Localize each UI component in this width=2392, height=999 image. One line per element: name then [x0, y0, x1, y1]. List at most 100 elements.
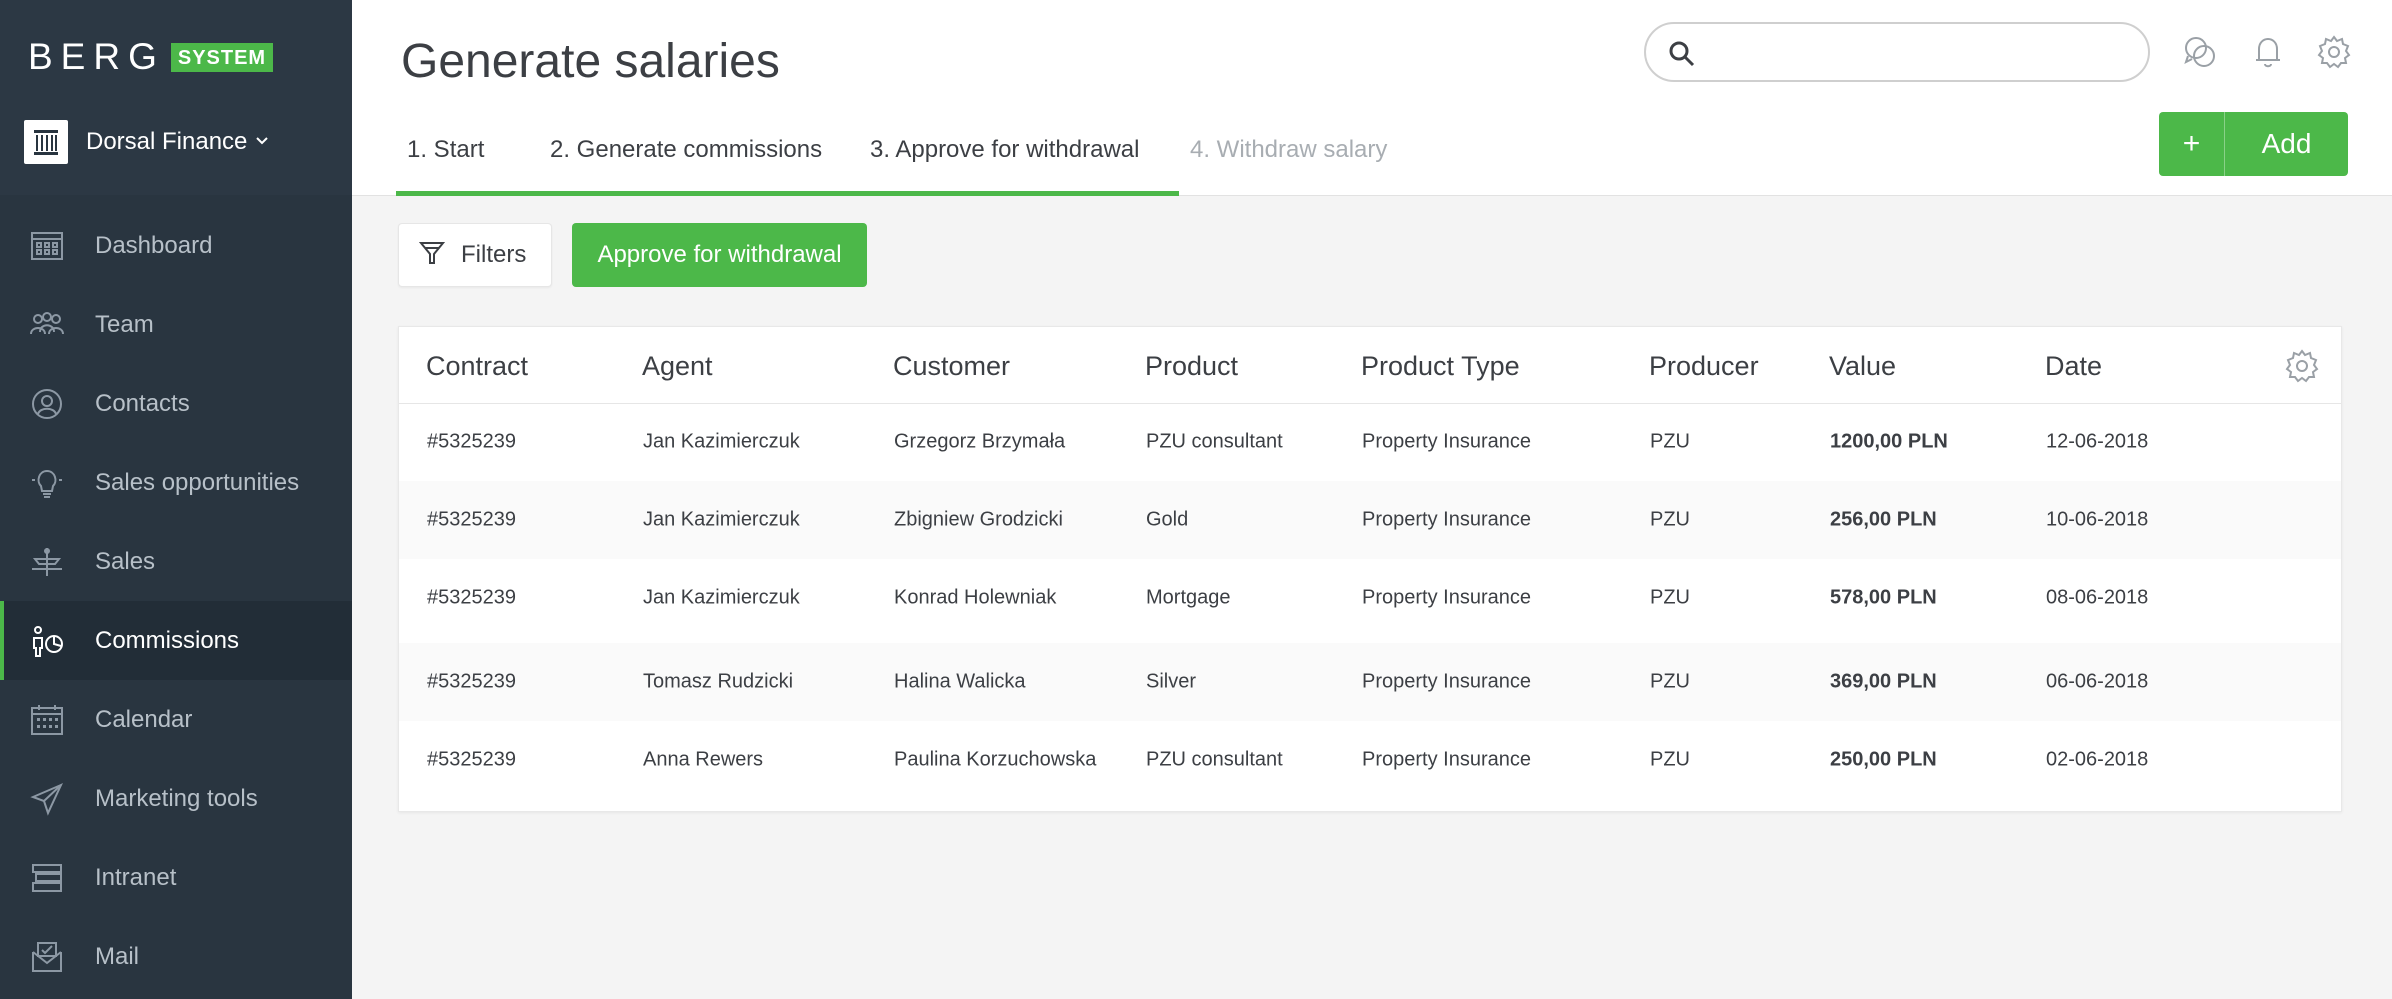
cell-producer: PZU — [1650, 670, 1690, 693]
column-header-contract[interactable]: Contract — [426, 351, 528, 382]
chat-icon[interactable] — [2182, 34, 2218, 70]
sales-icon — [30, 545, 64, 579]
search-box[interactable] — [1644, 22, 2150, 82]
sidebar-item-label: Sales opportunities — [95, 468, 300, 496]
search-input[interactable] — [1710, 34, 2134, 72]
sidebar-item-team[interactable]: Team — [0, 285, 352, 364]
search-icon — [1668, 40, 1696, 73]
sidebar-item-label: Mail — [95, 942, 140, 970]
cell-date: 10-06-2018 — [2046, 508, 2149, 531]
intranet-icon — [30, 861, 64, 895]
add-button-label: Add — [2261, 128, 2312, 159]
sidebar-item-label: Calendar — [95, 705, 193, 733]
mail-icon — [30, 940, 64, 974]
filters-label: Filters — [461, 241, 527, 268]
column-header-value[interactable]: Value — [1829, 351, 1896, 382]
sidebar-item-contacts[interactable]: Contacts — [0, 364, 352, 443]
tab-label: 2. Generate commissions — [550, 136, 823, 163]
table-settings-gear-icon[interactable] — [2285, 349, 2319, 383]
sidebar-item-commissions[interactable]: Commissions — [0, 601, 352, 680]
wizard-tabs: 1. Start 2. Generate commissions 3. Appr… — [396, 120, 1439, 196]
sidebar-item-dashboard[interactable]: Dashboard — [0, 206, 352, 285]
cell-product-type: Property Insurance — [1362, 670, 1531, 693]
logo-badge: SYSTEM — [170, 42, 274, 72]
cell-value: 250,00 PLN — [1830, 748, 1937, 771]
filters-button[interactable]: Filters — [398, 223, 552, 287]
cell-value: 369,00 PLN — [1830, 670, 1937, 693]
sidebar-item-label: Intranet — [95, 863, 177, 891]
cell-product-type: Property Insurance — [1362, 748, 1531, 771]
cell-product-type: Property Insurance — [1362, 586, 1531, 609]
lightbulb-icon — [30, 466, 64, 500]
commissions-table: Contract Agent Customer Product Product … — [398, 326, 2342, 812]
sidebar-item-mail[interactable]: Mail — [0, 917, 352, 996]
company-switcher[interactable]: Dorsal Finance — [24, 120, 269, 164]
gear-icon[interactable] — [2316, 34, 2352, 70]
sidebar-item-sales-opportunities[interactable]: Sales opportunities — [0, 443, 352, 522]
tab-approve-for-withdrawal[interactable]: 3. Approve for withdrawal — [859, 120, 1179, 196]
cell-agent: Anna Rewers — [643, 748, 764, 771]
cell-customer: Halina Walicka — [894, 670, 1026, 693]
table-row[interactable]: #5325239 Tomasz Rudzicki Halina Walicka … — [399, 643, 2341, 721]
wizard-progress-underline — [396, 191, 1179, 196]
column-header-customer[interactable]: Customer — [893, 351, 1010, 382]
cell-date: 06-06-2018 — [2046, 670, 2149, 693]
column-header-producer[interactable]: Producer — [1649, 351, 1759, 382]
cell-product-type: Property Insurance — [1362, 508, 1531, 531]
tab-withdraw-salary: 4. Withdraw salary — [1179, 120, 1439, 196]
tab-generate-commissions[interactable]: 2. Generate commissions — [539, 120, 859, 196]
table-row[interactable]: #5325239 Jan Kazimierczuk Zbigniew Grodz… — [399, 481, 2341, 559]
sidebar-item-intranet[interactable]: Intranet — [0, 838, 352, 917]
sidebar-item-calendar[interactable]: Calendar — [0, 680, 352, 759]
cell-customer: Paulina Korzuchowska — [894, 748, 1097, 771]
cell-customer: Grzegorz Brzymała — [894, 430, 1066, 453]
column-header-agent[interactable]: Agent — [642, 351, 713, 382]
tab-label: 4. Withdraw salary — [1190, 136, 1388, 163]
sidebar-item-label: Contacts — [95, 389, 190, 417]
sidebar-item-marketing-tools[interactable]: Marketing tools — [0, 759, 352, 838]
funnel-icon — [418, 240, 446, 271]
approve-for-withdrawal-button[interactable]: Approve for withdrawal — [572, 223, 867, 287]
tab-label: 1. Start — [407, 136, 485, 163]
cell-contract: #5325239 — [427, 430, 516, 453]
bell-icon[interactable] — [2250, 34, 2286, 70]
paper-plane-icon — [30, 782, 64, 816]
cell-producer: PZU — [1650, 748, 1690, 771]
logo-word: BERG — [28, 36, 165, 77]
table-row[interactable]: #5325239 Jan Kazimierczuk Konrad Holewni… — [399, 559, 2341, 637]
cell-contract: #5325239 — [427, 586, 516, 609]
cell-date: 02-06-2018 — [2046, 748, 2149, 771]
sidebar-item-label: Marketing tools — [95, 784, 258, 812]
brand-block: BERG SYSTEM Dorsal Finance — [0, 0, 352, 195]
cell-product: PZU consultant — [1146, 748, 1283, 771]
calendar-icon — [30, 703, 64, 737]
column-header-product-type[interactable]: Product Type — [1361, 351, 1520, 382]
building-icon — [24, 120, 68, 164]
sidebar: BERG SYSTEM Dorsal Finance Dashboard Tea… — [0, 0, 352, 999]
column-header-date[interactable]: Date — [2045, 351, 2102, 382]
cell-producer: PZU — [1650, 508, 1690, 531]
cell-contract: #5325239 — [427, 748, 516, 771]
column-header-product[interactable]: Product — [1145, 351, 1238, 382]
add-button[interactable]: + Add — [2159, 112, 2348, 176]
plus-icon: + — [2159, 112, 2225, 176]
table-row[interactable]: #5325239 Jan Kazimierczuk Grzegorz Brzym… — [399, 403, 2341, 481]
tab-start[interactable]: 1. Start — [396, 120, 539, 196]
sidebar-item-label: Commissions — [95, 626, 240, 654]
cell-date: 12-06-2018 — [2046, 430, 2149, 453]
cell-product-type: Property Insurance — [1362, 430, 1531, 453]
cell-contract: #5325239 — [427, 670, 516, 693]
page-title: Generate salaries — [401, 35, 780, 88]
cell-customer: Zbigniew Grodzicki — [894, 508, 1063, 531]
company-name: Dorsal Finance — [86, 128, 248, 155]
sidebar-item-label: Team — [95, 310, 154, 338]
page-header: Generate salaries 1. Start 2. Generate c… — [352, 0, 2392, 196]
sidebar-item-label: Dashboard — [95, 231, 213, 259]
cell-product: Gold — [1146, 508, 1189, 531]
table-row[interactable]: #5325239 Anna Rewers Paulina Korzuchowsk… — [399, 721, 2341, 799]
sidebar-item-label: Sales — [95, 547, 156, 575]
sidebar-item-sales[interactable]: Sales — [0, 522, 352, 601]
cell-producer: PZU — [1650, 430, 1690, 453]
cell-product: Mortgage — [1146, 586, 1231, 609]
dashboard-icon — [30, 229, 64, 263]
